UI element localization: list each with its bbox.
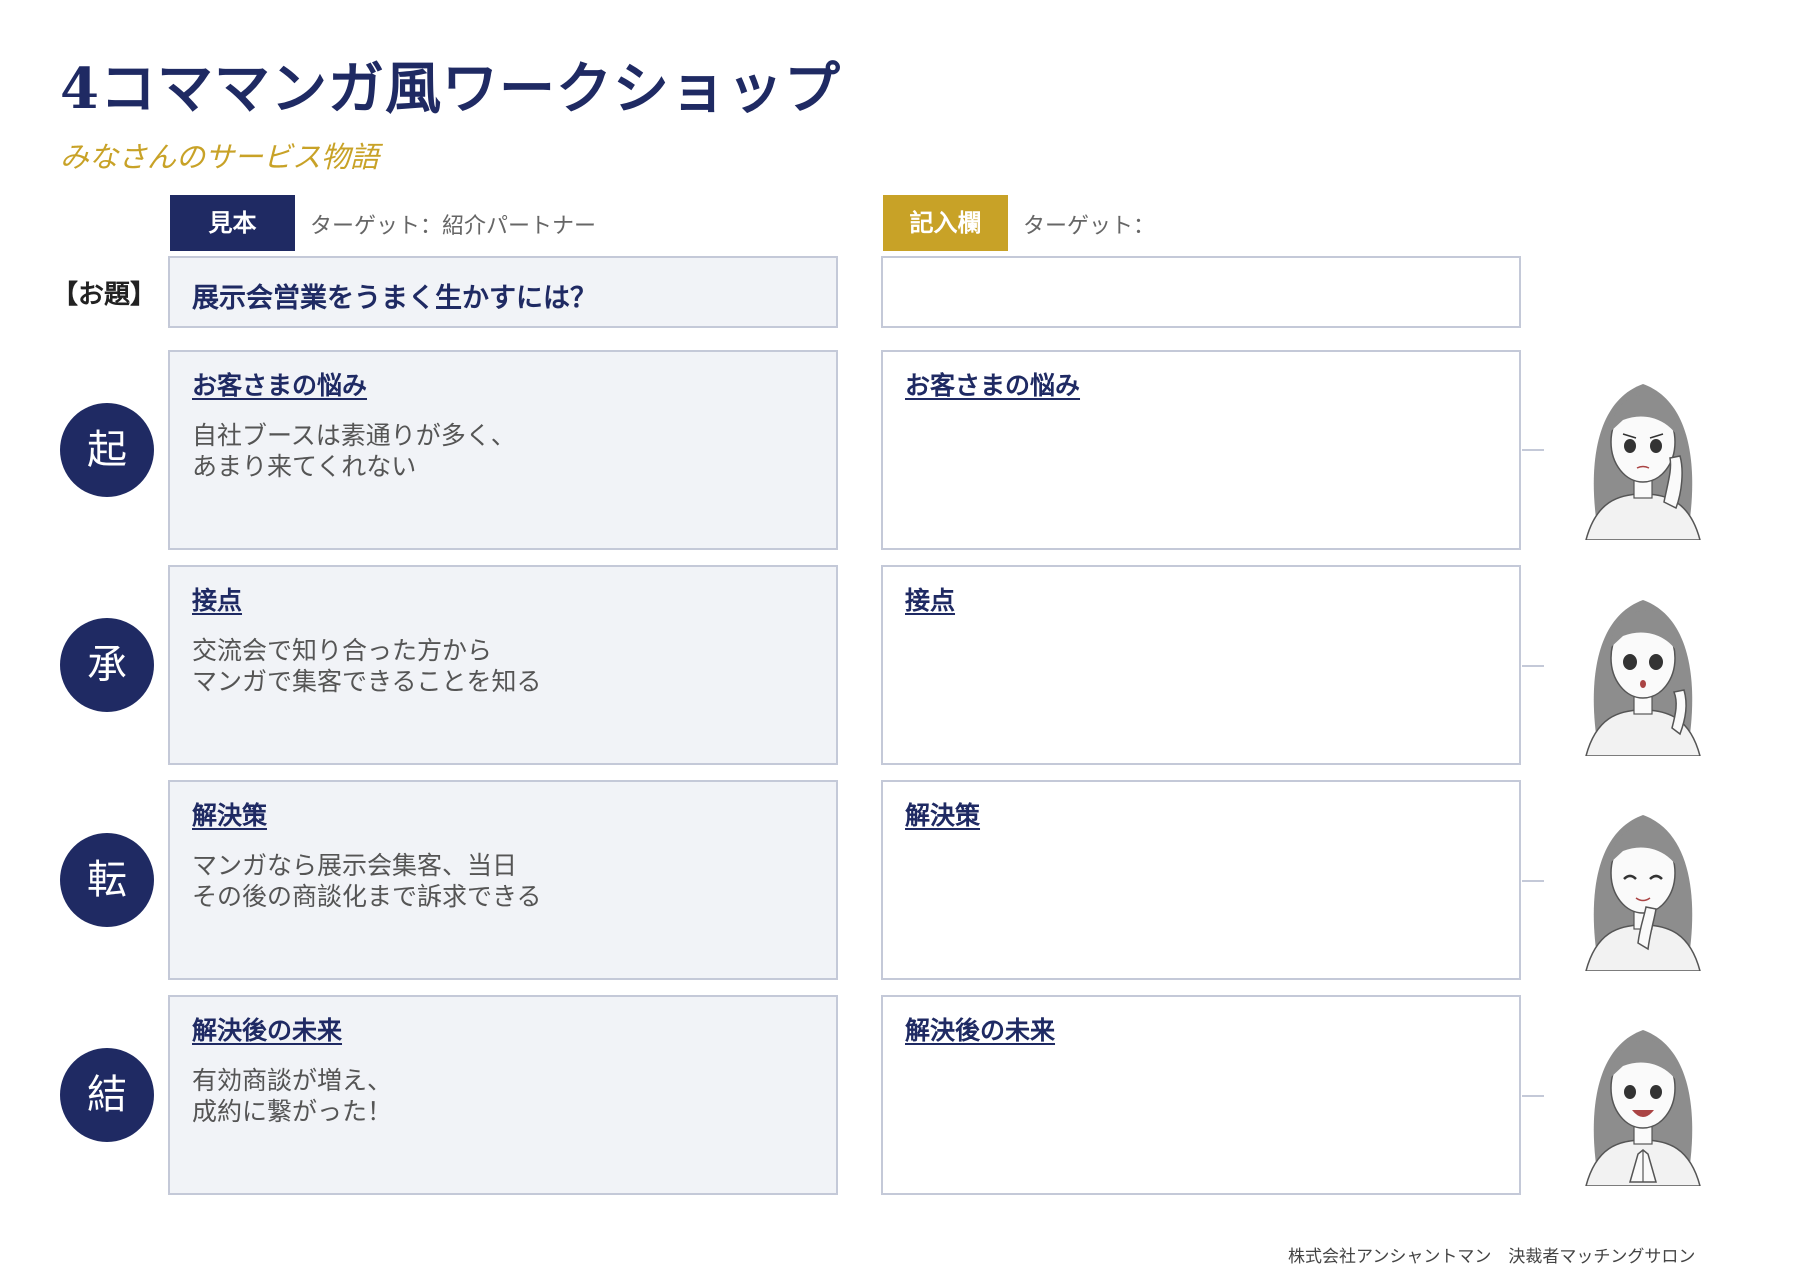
sample-box-ketsu: 解決後の未来 有効商談が増え、 成約に繋がった！ [168,995,838,1195]
stage-circle-ki: 起 [60,403,154,497]
sample-topic-box: 展示会営業をうまく生かすには？ [168,256,838,328]
portrait-happy-icon [1585,1030,1701,1186]
entry-box-ketsu[interactable]: 解決後の未来 [881,995,1521,1195]
sample-body-sho: 交流会で知り合った方から マンガで集客できることを知る [192,635,542,697]
connector-line [1522,880,1544,882]
entry-heading-ketsu: 解決後の未来 [905,1016,1056,1045]
sample-body-ten: マンガなら展示会集客、当日 その後の商談化まで訴求できる [192,850,542,912]
sample-body-line: 有効商談が増え、 [192,1066,393,1095]
connector-line [1522,1095,1544,1097]
sample-topic-text: 展示会営業をうまく生かすには？ [192,283,597,314]
entry-heading-ten: 解決策 [905,801,981,830]
footer-credit: 株式会社アンシャントマン 決裁者マッチングサロン [1288,1247,1696,1267]
sample-body-line: マンガで集客できることを知る [192,667,542,696]
entry-heading-sho: 接点 [905,586,956,615]
sample-body-line: 交流会で知り合った方から [192,636,493,665]
sample-body-ketsu: 有効商談が増え、 成約に繋がった！ [192,1065,392,1127]
entry-badge: 記入欄 [883,195,1008,251]
sample-body-line: 成約に繋がった！ [192,1097,393,1126]
topic-label: 【お題】 [52,280,157,310]
entry-heading-ki: お客さまの悩み [905,371,1081,400]
entry-target-label[interactable]: ターゲット： [1023,208,1155,240]
entry-topic-box[interactable] [881,256,1521,328]
sample-target-label: ターゲット：紹介パートナー [310,214,597,239]
connector-line [1522,449,1544,451]
sample-box-ki: お客さまの悩み 自社ブースは素通りが多く、 あまり来てくれない [168,350,838,550]
connector-line [1522,665,1544,667]
portrait-surprised-icon [1585,600,1701,756]
portrait-cheek-rest-icon [1585,384,1701,540]
sample-body-line: あまり来てくれない [192,452,417,481]
sample-body-line: マンガなら展示会集客、当日 [192,851,518,880]
sample-heading-ki: お客さまの悩み [192,371,368,400]
sample-box-ten: 解決策 マンガなら展示会集客、当日 その後の商談化まで訴求できる [168,780,838,980]
sample-heading-ketsu: 解決後の未来 [192,1016,343,1045]
page-subtitle: みなさんのサービス物語 [60,140,380,174]
stage-circle-ten: 転 [60,833,154,927]
sample-badge: 見本 [170,195,295,251]
portrait-thinking-icon [1585,815,1701,971]
sample-heading-sho: 接点 [192,586,243,615]
sample-box-sho: 接点 交流会で知り合った方から マンガで集客できることを知る [168,565,838,765]
entry-box-ki[interactable]: お客さまの悩み [881,350,1521,550]
sample-heading-ten: 解決策 [192,801,268,830]
entry-box-ten[interactable]: 解決策 [881,780,1521,980]
sample-body-line: 自社ブースは素通りが多く、 [192,421,516,450]
page-title: 4コママンガ風ワークショップ [60,56,841,122]
stage-circle-ketsu: 結 [60,1048,154,1142]
stage-circle-sho: 承 [60,618,154,712]
sample-body-line: その後の商談化まで訴求できる [192,882,542,911]
entry-box-sho[interactable]: 接点 [881,565,1521,765]
sample-body-ki: 自社ブースは素通りが多く、 あまり来てくれない [192,420,516,482]
